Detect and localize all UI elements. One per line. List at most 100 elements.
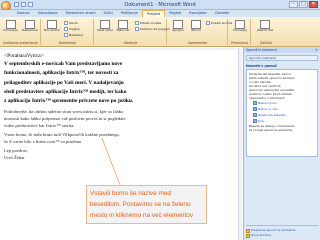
tab-vstavljanje[interactable]: Vstavljanje <box>34 10 62 17</box>
tab-posiljanje[interactable]: Pošiljanje <box>117 10 142 17</box>
accept-button[interactable]: Sprejmi <box>170 20 186 37</box>
calendar-icon <box>253 107 257 111</box>
pane-footer: Prepoznaj sporočne elemente Nove storitv… <box>246 223 318 238</box>
accept-icon <box>173 20 183 29</box>
spelling-button[interactable]: Črkovanje in slovnica <box>3 20 19 37</box>
window-controls: – □ ✕ <box>289 1 318 8</box>
track-changes-button[interactable]: Sledi spremembam <box>97 20 113 37</box>
spelling-icon <box>6 20 16 29</box>
document-page[interactable]: <PorabaraVytica> V septembrskih e-novica… <box>4 52 238 162</box>
group-proofing: Črkovanje in slovnica Raziskovanje Jezik… <box>1 19 41 45</box>
tab-pregled[interactable]: Pregled <box>141 10 166 17</box>
original-icon <box>206 21 210 25</box>
tab-domov[interactable]: Domov <box>13 10 34 17</box>
balloons-button[interactable]: Balončki <box>115 20 131 37</box>
protect-label: Zaščiti dokument <box>257 29 273 32</box>
instruction-callout: Vstavili bomo še nazive med besedilom. P… <box>86 185 207 224</box>
group-label: Primerjava <box>230 41 249 45</box>
close-button[interactable]: ✕ <box>309 1 318 8</box>
previous-button[interactable]: Prejšnji <box>64 27 80 31</box>
group-protect: Zaščiti dokument Zaščita <box>252 19 280 45</box>
balloons-icon <box>118 20 128 29</box>
intro-line: sledi predstavitev aplikacije Intrix™ me… <box>4 88 127 95</box>
pane-footer-label: Nove storitve <box>251 233 272 237</box>
ribbon-tabs: Domov Vstavljanje Postavitev strani Skli… <box>0 10 320 17</box>
ribbon: Črkovanje in slovnica Raziskovanje Jezik… <box>0 17 320 47</box>
research-icon <box>25 20 35 29</box>
body-line: Podrobnejše, da ohišno spletno stran www… <box>4 109 124 115</box>
body-line: nosnosti kako lahko pošpesmo vaš poslovn… <box>4 116 126 122</box>
group-changes: Sprejmi Zavrni Prikaži izvirnik Sprememb… <box>168 19 232 45</box>
balloons-label: Balončki <box>116 29 130 32</box>
tab-dodatki[interactable]: Dodatki <box>211 10 233 17</box>
next-button[interactable]: Naslednji <box>64 33 83 37</box>
document-scrollbar[interactable] <box>238 48 242 240</box>
tab-sklici[interactable]: Sklici <box>100 10 117 17</box>
next-icon <box>64 33 68 37</box>
services-icon <box>246 233 250 238</box>
tab-pogled[interactable]: Pogled <box>165 10 185 17</box>
page-edge <box>0 48 242 50</box>
maximize-button[interactable]: □ <box>299 1 308 8</box>
pane-text: za mnoge sporočne elemente. <box>249 128 293 132</box>
group-label: Komentarji <box>58 41 77 45</box>
reject-icon <box>191 20 201 29</box>
new-comment-button[interactable]: Nov komentar <box>44 20 60 37</box>
signature-line: Uroš Žekar <box>4 155 25 161</box>
smart-tags-pane: Sporočni elementi ✕ Sporočni elementi Na… <box>243 47 320 240</box>
tag-icon <box>246 228 250 233</box>
protect-button[interactable]: Zaščiti dokument <box>257 20 273 37</box>
track-changes-label: Sledi spremembam <box>97 29 113 32</box>
pane-section-title: Nasveti v pomoč <box>246 64 277 68</box>
document-header: <PorabaraVytica> <box>4 53 44 59</box>
research-label: Raziskovanje <box>22 29 38 32</box>
show-markup-dropdown[interactable]: Pokaži oznake <box>135 21 161 25</box>
show-markup-label: Pokaži oznake <box>140 21 162 25</box>
reviewing-pane-label: Podokno za pregled <box>140 27 170 31</box>
previous-icon <box>64 27 68 31</box>
next-label: Naslednji <box>69 33 83 37</box>
group-label: Sledenje <box>123 41 138 45</box>
delete-comment-button[interactable]: Izbriši <box>64 21 78 25</box>
compare-icon <box>235 20 245 29</box>
compare-button[interactable]: Primerjaj <box>232 20 248 37</box>
previous-label: Prejšnji <box>69 27 80 31</box>
intro-line: z aplikacijo Intrix™ spremenite privzete… <box>4 98 134 105</box>
person-icon <box>253 101 257 105</box>
close-icon[interactable]: ✕ <box>315 47 318 53</box>
pane-content: Označite del besedila, kamor želite vsta… <box>246 69 318 157</box>
title-bar: Dokument1 - Microsoft Word – □ ✕ <box>0 0 320 11</box>
minimize-button[interactable]: – <box>289 1 298 8</box>
delete-icon <box>64 21 68 25</box>
intro-line: funkcionalnosti, aplikacije Intrix™, ter… <box>4 70 119 77</box>
group-label: Zaščita <box>260 41 272 45</box>
research-button[interactable]: Raziskovanje <box>22 20 38 37</box>
tab-postavitev-strani[interactable]: Postavitev strani <box>62 10 100 17</box>
compare-label: Primerjaj <box>233 29 247 32</box>
comment-icon <box>47 20 57 29</box>
group-compare: Primerjaj Primerjava <box>229 19 251 45</box>
callout-line: Vstavili bomo še nazive med <box>90 190 171 197</box>
reject-button[interactable]: Zavrni <box>188 20 204 37</box>
reviewing-pane-dropdown[interactable]: Podokno za pregled <box>135 27 169 31</box>
intro-line: V septembrskih e-novicah Vam predstavlja… <box>4 61 123 67</box>
callout-line: mesto in kliknemo na več elementov <box>90 212 194 219</box>
divider <box>246 225 318 226</box>
reviewing-pane-icon <box>135 27 139 31</box>
body-line: še Z varne bilo z Intrix.com™ za posebno… <box>4 138 83 144</box>
pane-dropdown[interactable]: Sporočni elementi <box>246 55 318 61</box>
reject-label: Zavrni <box>191 29 201 32</box>
markup-icon <box>135 21 139 25</box>
body-line: video predstavitev kar Intrix™ storita. <box>4 122 75 128</box>
group-comments: Nov komentar Izbriši Prejšnji Naslednji … <box>42 19 94 45</box>
track-changes-icon <box>100 20 110 29</box>
pane-footer-item[interactable]: Nove storitve <box>246 233 318 238</box>
accept-label: Sprejmi <box>172 29 184 32</box>
tab-razvijalec[interactable]: Razvijalec <box>185 10 211 17</box>
group-label: Jezikovno preverjanje <box>3 41 38 45</box>
protect-icon <box>260 20 270 29</box>
closing-line: Lep pozdrav, <box>4 148 28 154</box>
pane-header: Sporočni elementi ✕ <box>244 47 320 53</box>
callout-line: besedilom. Postavimo se na želeno <box>90 201 191 208</box>
window-title: Dokument1 - Microsoft Word <box>124 2 196 8</box>
